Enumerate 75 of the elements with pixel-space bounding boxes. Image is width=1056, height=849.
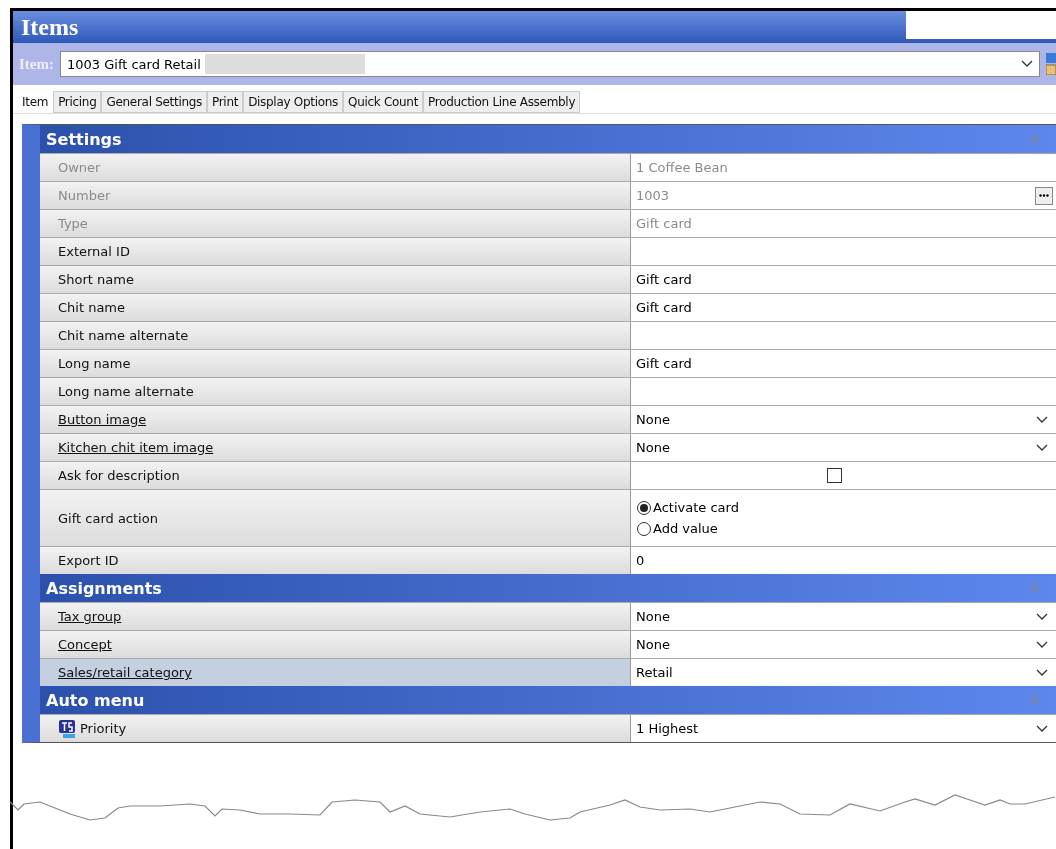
property-label-cell[interactable]: Short name — [40, 266, 631, 293]
collapse-icon[interactable] — [1030, 583, 1040, 593]
item-dropdown[interactable]: 1003 Gift card Retail — [60, 51, 1040, 77]
property-label-cell[interactable]: External ID — [40, 238, 631, 265]
tab[interactable]: Quick Count — [343, 91, 424, 113]
ellipsis-button[interactable] — [1035, 186, 1053, 205]
dropdown-field[interactable]: Retail — [631, 659, 1056, 686]
radio-option[interactable]: Activate card — [637, 500, 739, 515]
radio-option[interactable]: Add value — [637, 521, 739, 536]
value-field[interactable]: 0 — [631, 547, 1056, 574]
property-label-cell[interactable]: Chit name — [40, 294, 631, 321]
property-label: Ask for description — [58, 468, 180, 483]
section-title: Auto menu — [46, 690, 145, 710]
property-label-cell[interactable]: Sales/retail category — [40, 659, 631, 686]
property-label: Chit name alternate — [58, 328, 189, 343]
dropdown-field[interactable]: None — [631, 406, 1056, 433]
chevron-down-icon — [1036, 724, 1048, 733]
chevron-down-icon — [1036, 415, 1048, 424]
tab[interactable]: Display Options — [243, 91, 343, 113]
value-field[interactable]: Gift card — [631, 266, 1056, 293]
property-label: Priority — [80, 721, 127, 736]
dropdown-field[interactable]: 1 Highest — [631, 715, 1056, 742]
property-label-cell[interactable]: Priority — [40, 715, 631, 742]
tab[interactable]: General Settings — [101, 91, 207, 113]
ellipsis-icon — [1039, 194, 1049, 197]
title-search-field[interactable] — [906, 11, 1056, 39]
property-label-cell[interactable]: Chit name alternate — [40, 322, 631, 349]
property-label: Short name — [58, 272, 134, 287]
dropdown-field[interactable]: None — [631, 603, 1056, 630]
property-label-cell[interactable]: Ask for description — [40, 462, 631, 489]
tab[interactable]: Production Line Assembly — [423, 91, 581, 113]
collapse-icon[interactable] — [1030, 134, 1040, 144]
checkbox[interactable] — [827, 468, 842, 483]
property-label: Type — [58, 216, 88, 231]
property-label: Chit name — [58, 300, 126, 315]
property-label-cell[interactable]: Long name — [40, 350, 631, 377]
tab[interactable]: Pricing — [53, 91, 102, 113]
section-header[interactable]: Settings — [40, 125, 1056, 153]
value-field[interactable]: Gift card — [631, 294, 1056, 321]
chevron-down-icon — [1036, 612, 1048, 621]
dropdown-field[interactable]: None — [631, 434, 1056, 461]
chevron-down-icon — [1036, 640, 1048, 649]
property-label: Number — [58, 188, 111, 203]
chevron-down-icon — [1036, 668, 1048, 677]
property-label-cell[interactable]: Button image — [40, 406, 631, 433]
property-label-cell[interactable]: Gift card action — [40, 490, 631, 546]
property-link[interactable]: Sales/retail category — [58, 665, 192, 680]
collapse-icon[interactable] — [1030, 695, 1040, 705]
property-link[interactable]: Button image — [58, 412, 147, 427]
value-field[interactable]: Gift card — [631, 350, 1056, 377]
property-label: Export ID — [58, 553, 119, 568]
chevron-down-icon — [1021, 60, 1033, 68]
property-label-cell[interactable]: Long name alternate — [40, 378, 631, 405]
section-header[interactable]: Auto menu — [40, 686, 1056, 714]
property-label-cell[interactable]: Kitchen chit item image — [40, 434, 631, 461]
property-link[interactable]: Concept — [58, 637, 112, 652]
section-header[interactable]: Assignments — [40, 574, 1056, 602]
property-label: Owner — [58, 160, 101, 175]
property-label-cell[interactable]: Export ID — [40, 547, 631, 574]
property-label-cell[interactable]: Tax group — [40, 603, 631, 630]
property-label: External ID — [58, 244, 130, 259]
property-label: Gift card action — [58, 510, 158, 526]
property-label: Long name alternate — [58, 384, 194, 399]
tab[interactable]: Print — [207, 91, 244, 113]
property-label: Long name — [58, 356, 131, 371]
property-link[interactable]: Tax group — [58, 609, 122, 624]
property-label-cell[interactable]: Concept — [40, 631, 631, 658]
item-label: Item: — [19, 55, 54, 73]
section-title: Assignments — [46, 578, 162, 598]
chevron-down-icon — [1036, 443, 1048, 452]
section-title: Settings — [46, 129, 122, 149]
table-icon[interactable] — [1046, 53, 1056, 75]
dropdown-field[interactable]: None — [631, 631, 1056, 658]
property-link[interactable]: Kitchen chit item image — [58, 440, 214, 455]
window-title: Items — [20, 13, 79, 41]
